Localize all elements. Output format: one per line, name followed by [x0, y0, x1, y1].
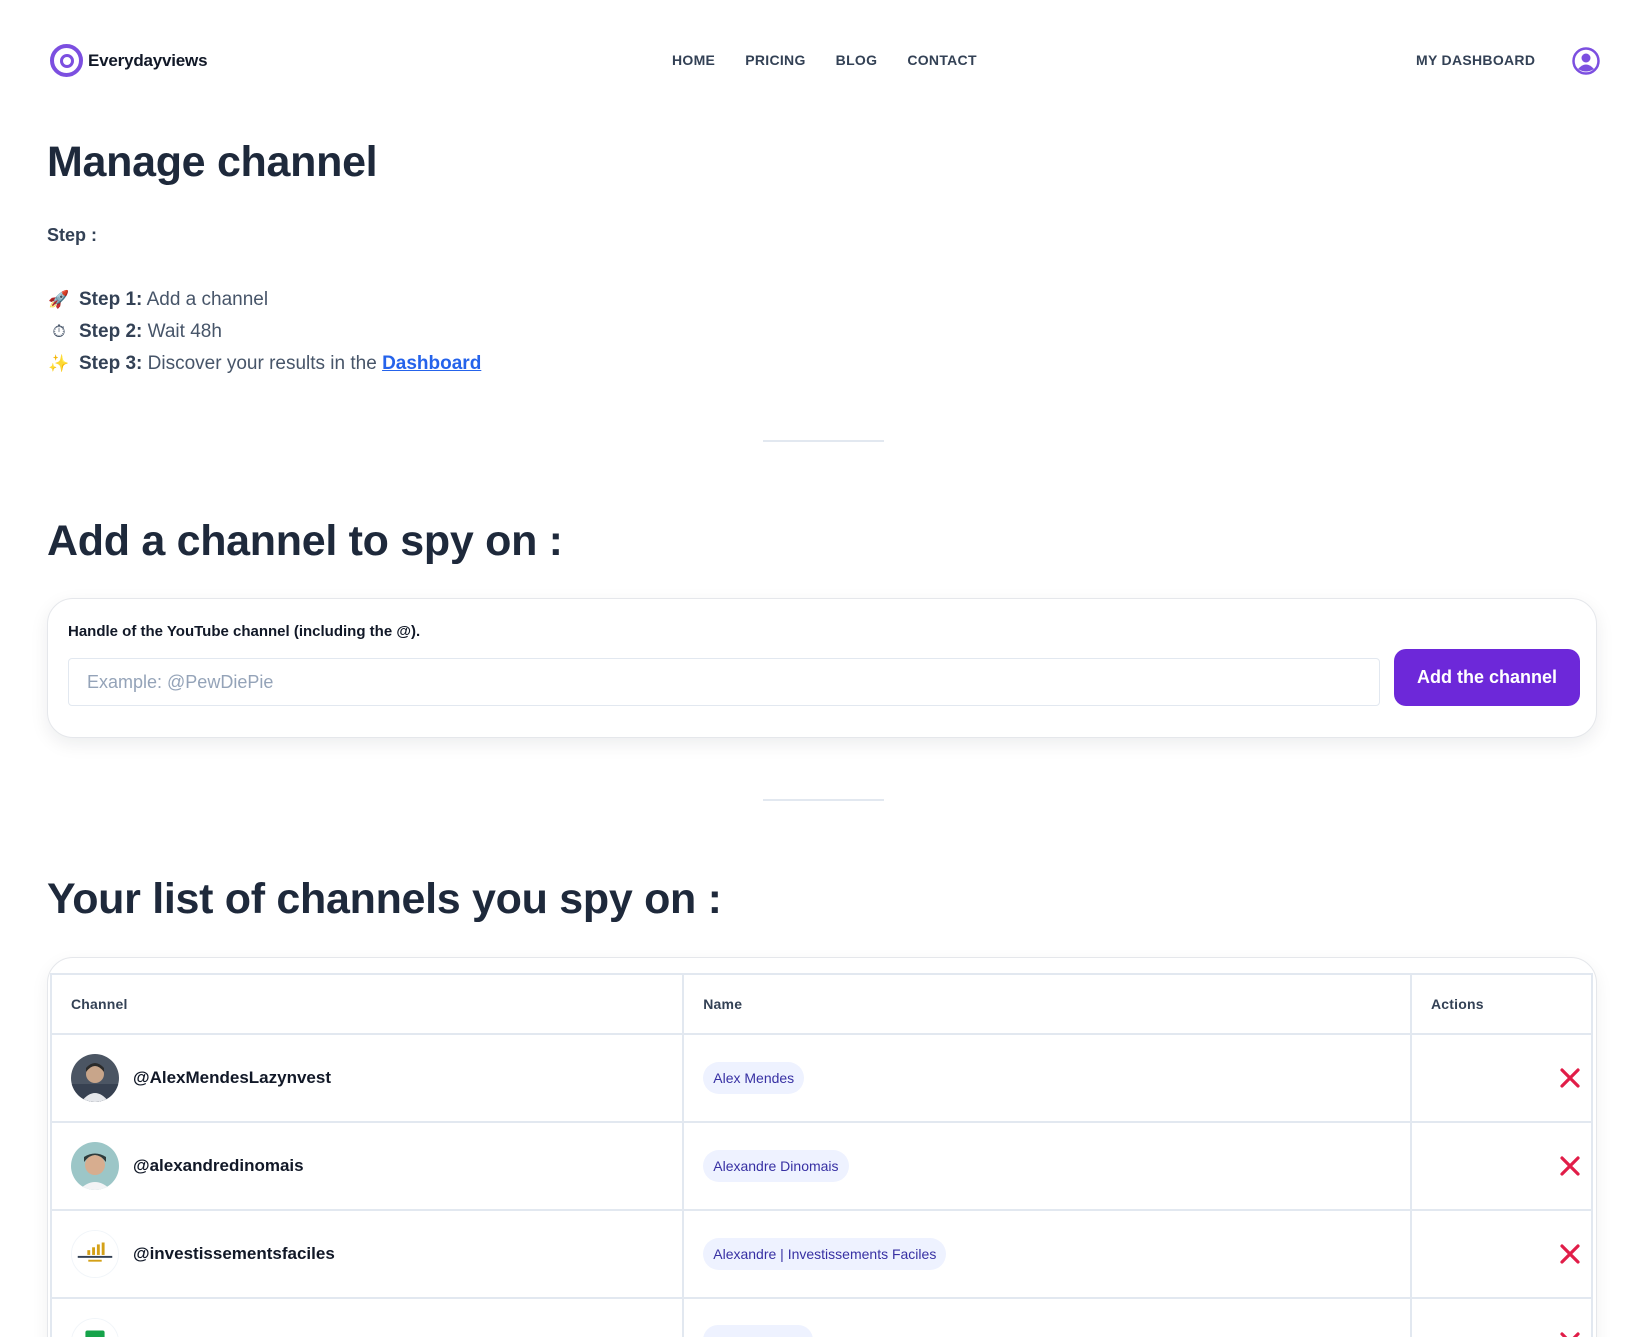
- channel-name-badge: Alex Mendes: [703, 1062, 805, 1094]
- main-nav: HOME PRICING BLOG CONTACT: [672, 52, 977, 68]
- nav-home-link[interactable]: HOME: [672, 52, 715, 68]
- step-item-3: ✨ Step 3: Discover your results in the D…: [47, 348, 481, 380]
- table-row: [49, 1297, 1593, 1337]
- channel-name-badge: Alexandre Dinomais: [703, 1150, 849, 1182]
- section-divider: [763, 440, 884, 442]
- nav-pricing-link[interactable]: PRICING: [745, 52, 805, 68]
- table-header-row: Channel Name Actions: [49, 973, 1593, 1035]
- column-header-name: Name: [682, 973, 1412, 1035]
- column-header-actions: Actions: [1410, 973, 1593, 1035]
- step-text: Discover your results in the: [147, 353, 383, 374]
- channel-table-card: Channel Name Actions @AlexMendesLazynves…: [47, 957, 1597, 1337]
- table-row: @investissementsfaciles Alexandre | Inve…: [49, 1209, 1593, 1299]
- logo-icon: [50, 44, 83, 77]
- channel-handle-input[interactable]: [68, 658, 1380, 706]
- channel-name-badge: [703, 1324, 814, 1337]
- page-title: Manage channel: [47, 138, 378, 186]
- nav-contact-link[interactable]: CONTACT: [907, 52, 977, 68]
- user-account-icon[interactable]: [1572, 47, 1600, 75]
- channel-handle[interactable]: @alexandredinomais: [133, 1156, 304, 1176]
- step-text: Wait 48h: [147, 321, 222, 342]
- steps-list: 🚀 Step 1: Add a channel ⏱ Step 2: Wait 4…: [47, 284, 481, 380]
- table-row: @AlexMendesLazynvest Alex Mendes: [49, 1033, 1593, 1123]
- my-dashboard-link[interactable]: MY DASHBOARD: [1416, 52, 1535, 68]
- steps-heading: Step :: [47, 225, 98, 245]
- dashboard-link[interactable]: Dashboard: [382, 353, 481, 374]
- brand-logo[interactable]: Everydayviews: [50, 44, 208, 77]
- channel-avatar: [71, 1318, 119, 1337]
- rocket-icon: 🚀: [48, 290, 70, 309]
- delete-channel-icon[interactable]: [1559, 1067, 1581, 1089]
- step-label: Step 3:: [79, 353, 143, 374]
- step-text: Add a channel: [146, 289, 269, 310]
- channel-handle[interactable]: @investissementsfaciles: [133, 1244, 335, 1264]
- step-label: Step 2:: [79, 321, 143, 342]
- stopwatch-icon: ⏱: [52, 322, 66, 341]
- channel-avatar: [71, 1230, 119, 1278]
- add-channel-heading: Add a channel to spy on :: [47, 517, 563, 565]
- channel-avatar: [71, 1142, 119, 1190]
- channel-list-heading: Your list of channels you spy on :: [47, 875, 722, 923]
- handle-label: Handle of the YouTube channel (including…: [68, 623, 421, 640]
- section-divider: [763, 799, 884, 801]
- table-row: @alexandredinomais Alexandre Dinomais: [49, 1121, 1593, 1211]
- delete-channel-icon[interactable]: [1559, 1155, 1581, 1177]
- delete-channel-icon[interactable]: [1559, 1331, 1581, 1337]
- add-channel-button[interactable]: Add the channel: [1394, 649, 1580, 706]
- add-channel-form: Handle of the YouTube channel (including…: [47, 598, 1597, 738]
- channel-name-badge: Alexandre | Investissements Faciles: [703, 1238, 947, 1270]
- brand-name: Everydayviews: [88, 50, 208, 70]
- column-header-channel: Channel: [49, 973, 685, 1035]
- channel-table: Channel Name Actions @AlexMendesLazynves…: [49, 973, 1593, 1337]
- step-item-1: 🚀 Step 1: Add a channel: [47, 284, 481, 316]
- step-label: Step 1:: [79, 289, 143, 310]
- channel-handle[interactable]: @AlexMendesLazynvest: [133, 1068, 331, 1088]
- step-item-2: ⏱ Step 2: Wait 48h: [47, 316, 481, 348]
- sparkles-icon: ✨: [48, 354, 70, 373]
- delete-channel-icon[interactable]: [1559, 1243, 1581, 1265]
- top-navbar: Everydayviews HOME PRICING BLOG CONTACT …: [0, 0, 1639, 120]
- nav-blog-link[interactable]: BLOG: [836, 52, 878, 68]
- channel-avatar: [71, 1054, 119, 1102]
